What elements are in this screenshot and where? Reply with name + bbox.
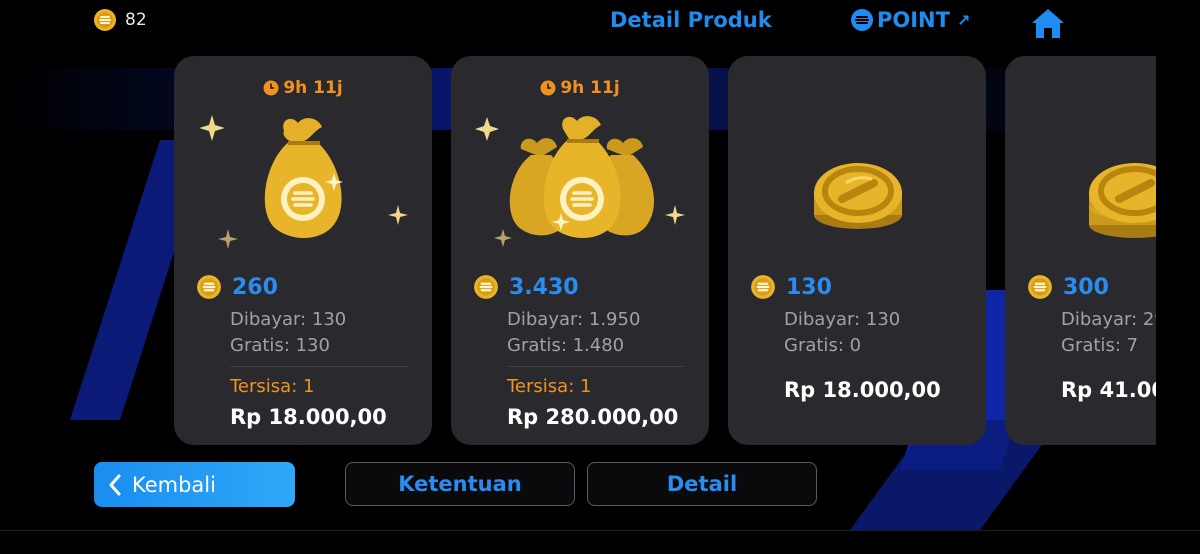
coin-balance: 82 xyxy=(93,8,147,32)
back-button-label: Kembali xyxy=(132,472,216,497)
paid-amount: Dibayar: 130 xyxy=(784,309,901,330)
point-link[interactable]: POINT ↗ xyxy=(850,8,970,32)
free-amount: Gratis: 130 xyxy=(230,335,330,356)
home-icon[interactable] xyxy=(1030,6,1066,40)
price: Rp 18.000,00 xyxy=(230,405,387,429)
remaining-stock: Tersisa: 1 xyxy=(230,376,315,397)
price: Rp 18.000,00 xyxy=(784,378,941,402)
detail-button-label: Detail xyxy=(666,472,738,496)
product-card[interactable]: 300 Dibayar: 29 Gratis: 7 Rp 41.00 xyxy=(1005,56,1156,445)
coin-amount: 300 xyxy=(1027,274,1109,300)
divider xyxy=(0,530,1200,531)
coin-amount: 130 xyxy=(750,274,832,300)
product-card[interactable]: 9h 11j 3.430 Dibayar: 1.950 Gratis: 1.48… xyxy=(451,56,709,445)
product-card[interactable]: 130 Dibayar: 130 Gratis: 0 Rp 18.000,00 xyxy=(728,56,986,445)
paid-amount: Dibayar: 29 xyxy=(1061,309,1156,330)
timer-text: 9h 11j xyxy=(283,78,343,98)
detail-button[interactable]: Detail xyxy=(587,462,817,506)
free-amount: Gratis: 0 xyxy=(784,335,862,356)
coin-amount: 3.430 xyxy=(473,274,579,300)
chevron-left-icon xyxy=(109,474,121,495)
divider xyxy=(230,366,408,367)
timer: 9h 11j xyxy=(174,78,432,98)
coin-stack-icon xyxy=(1089,163,1156,238)
free-amount: Gratis: 7 xyxy=(1061,335,1139,356)
coin-icon xyxy=(94,9,116,31)
external-arrow-icon: ↗ xyxy=(956,10,971,30)
timer: 9h 11j xyxy=(451,78,709,98)
divider xyxy=(507,366,685,367)
paid-amount: Dibayar: 130 xyxy=(230,309,347,330)
free-amount: Gratis: 1.480 xyxy=(507,335,625,356)
coin-amount: 260 xyxy=(196,274,278,300)
triple-coin-bag-icon xyxy=(475,116,685,247)
point-coin-icon xyxy=(851,9,873,31)
price: Rp 280.000,00 xyxy=(507,405,679,429)
page-title: Detail Produk xyxy=(610,8,772,32)
terms-button[interactable]: Ketentuan xyxy=(345,462,575,506)
amount-value: 3.430 xyxy=(509,274,579,300)
amount-value: 260 xyxy=(232,274,278,300)
amount-value: 300 xyxy=(1063,274,1109,300)
terms-button-label: Ketentuan xyxy=(398,472,522,496)
product-card[interactable]: 9h 11j 260 Dibayar: 130 Gratis: 130 Ters… xyxy=(174,56,432,445)
balance-value: 82 xyxy=(125,10,147,30)
product-carousel[interactable]: 9h 11j 260 Dibayar: 130 Gratis: 130 Ters… xyxy=(174,56,1156,446)
coin-icon xyxy=(751,275,775,299)
single-coin-icon xyxy=(814,163,902,229)
amount-value: 130 xyxy=(786,274,832,300)
coin-icon xyxy=(474,275,498,299)
top-bar: 82 Detail Produk POINT ↗ xyxy=(0,0,1200,46)
coin-icon xyxy=(1028,275,1052,299)
paid-amount: Dibayar: 1.950 xyxy=(507,309,641,330)
clock-icon xyxy=(540,80,556,96)
remaining-stock: Tersisa: 1 xyxy=(507,376,592,397)
coin-icon xyxy=(197,275,221,299)
price: Rp 41.00 xyxy=(1061,378,1156,402)
single-coin-bag-icon xyxy=(199,115,408,249)
clock-icon xyxy=(263,80,279,96)
timer-text: 9h 11j xyxy=(560,78,620,98)
back-button[interactable]: Kembali xyxy=(94,462,295,507)
point-label: POINT xyxy=(877,8,950,32)
